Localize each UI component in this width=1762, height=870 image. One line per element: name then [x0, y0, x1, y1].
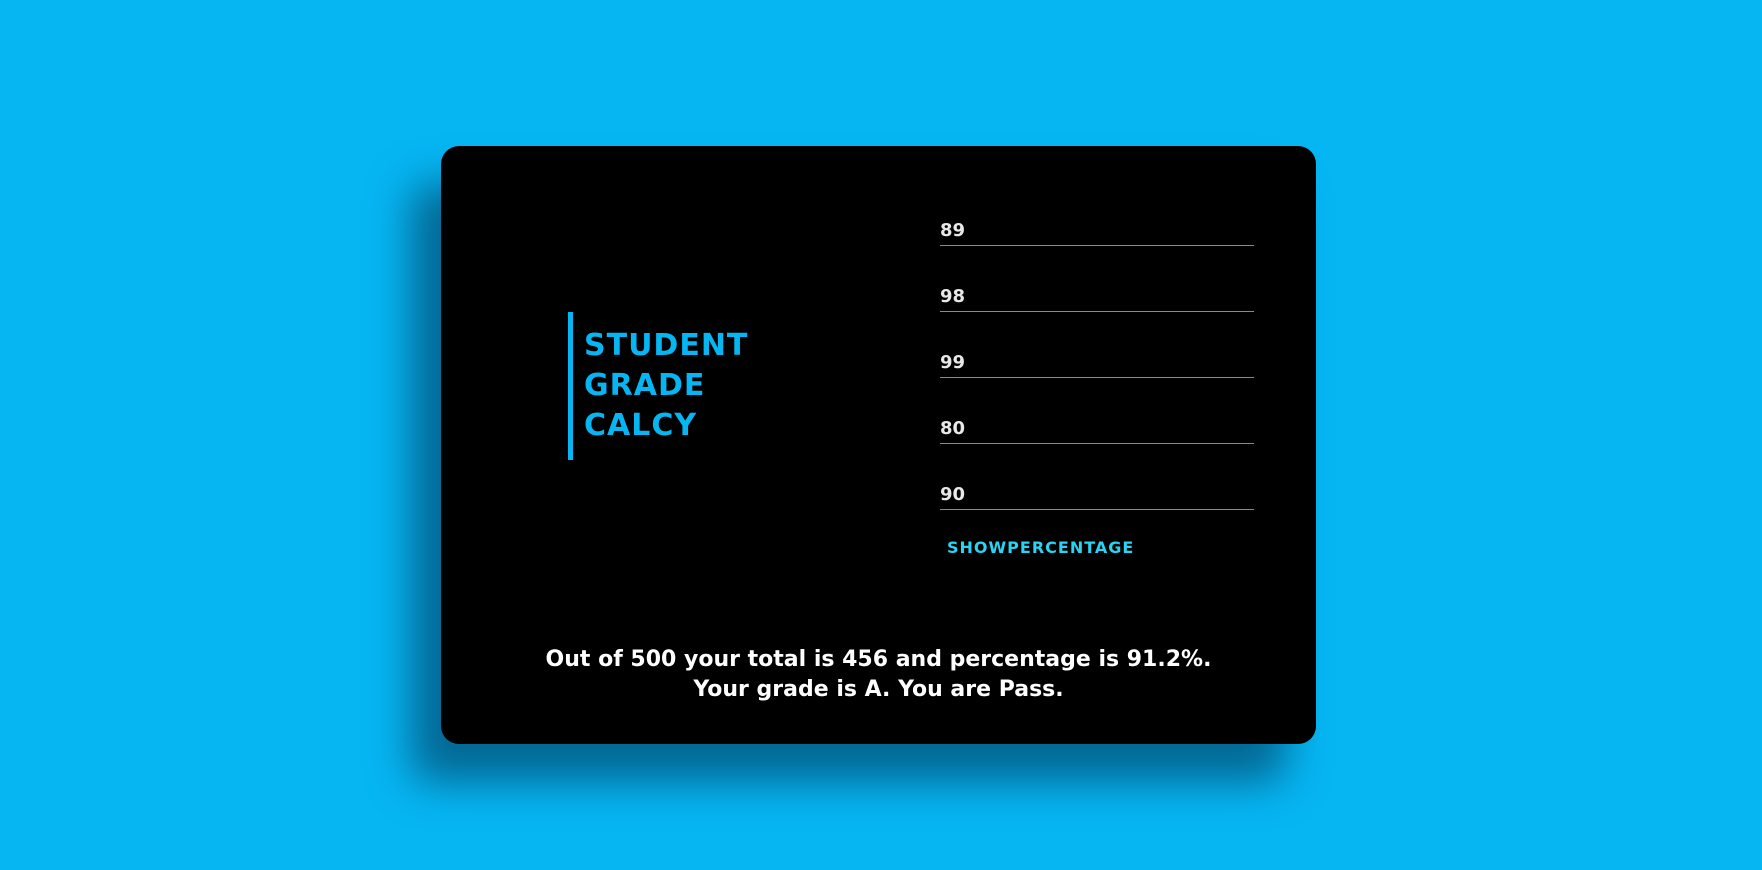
calculator-card: STUDENT GRADE CALCY SHOWPERCENTAGE Out o… — [441, 146, 1316, 744]
subject-5-marks-input[interactable] — [940, 480, 1254, 510]
title-line-student: STUDENT — [584, 328, 749, 363]
marks-input-group — [940, 216, 1254, 510]
subject-4-marks-input[interactable] — [940, 414, 1254, 444]
subject-1-marks-input[interactable] — [940, 216, 1254, 246]
subject-2-marks-input[interactable] — [940, 282, 1254, 312]
result-message: Out of 500 your total is 456 and percent… — [441, 645, 1316, 705]
show-percentage-button[interactable]: SHOWPERCENTAGE — [947, 538, 1134, 558]
result-line-total: Out of 500 your total is 456 and percent… — [545, 647, 1212, 672]
subject-3-marks-input[interactable] — [940, 348, 1254, 378]
title-line-grade: GRADE — [584, 368, 706, 403]
title-line-calcy: CALCY — [584, 408, 698, 443]
result-line-grade: Your grade is A. You are Pass. — [693, 677, 1064, 702]
page-background: { "title": { "lines": ["STUDENT", "GRADE… — [0, 0, 1762, 870]
app-title: STUDENT GRADE CALCY — [568, 312, 748, 460]
